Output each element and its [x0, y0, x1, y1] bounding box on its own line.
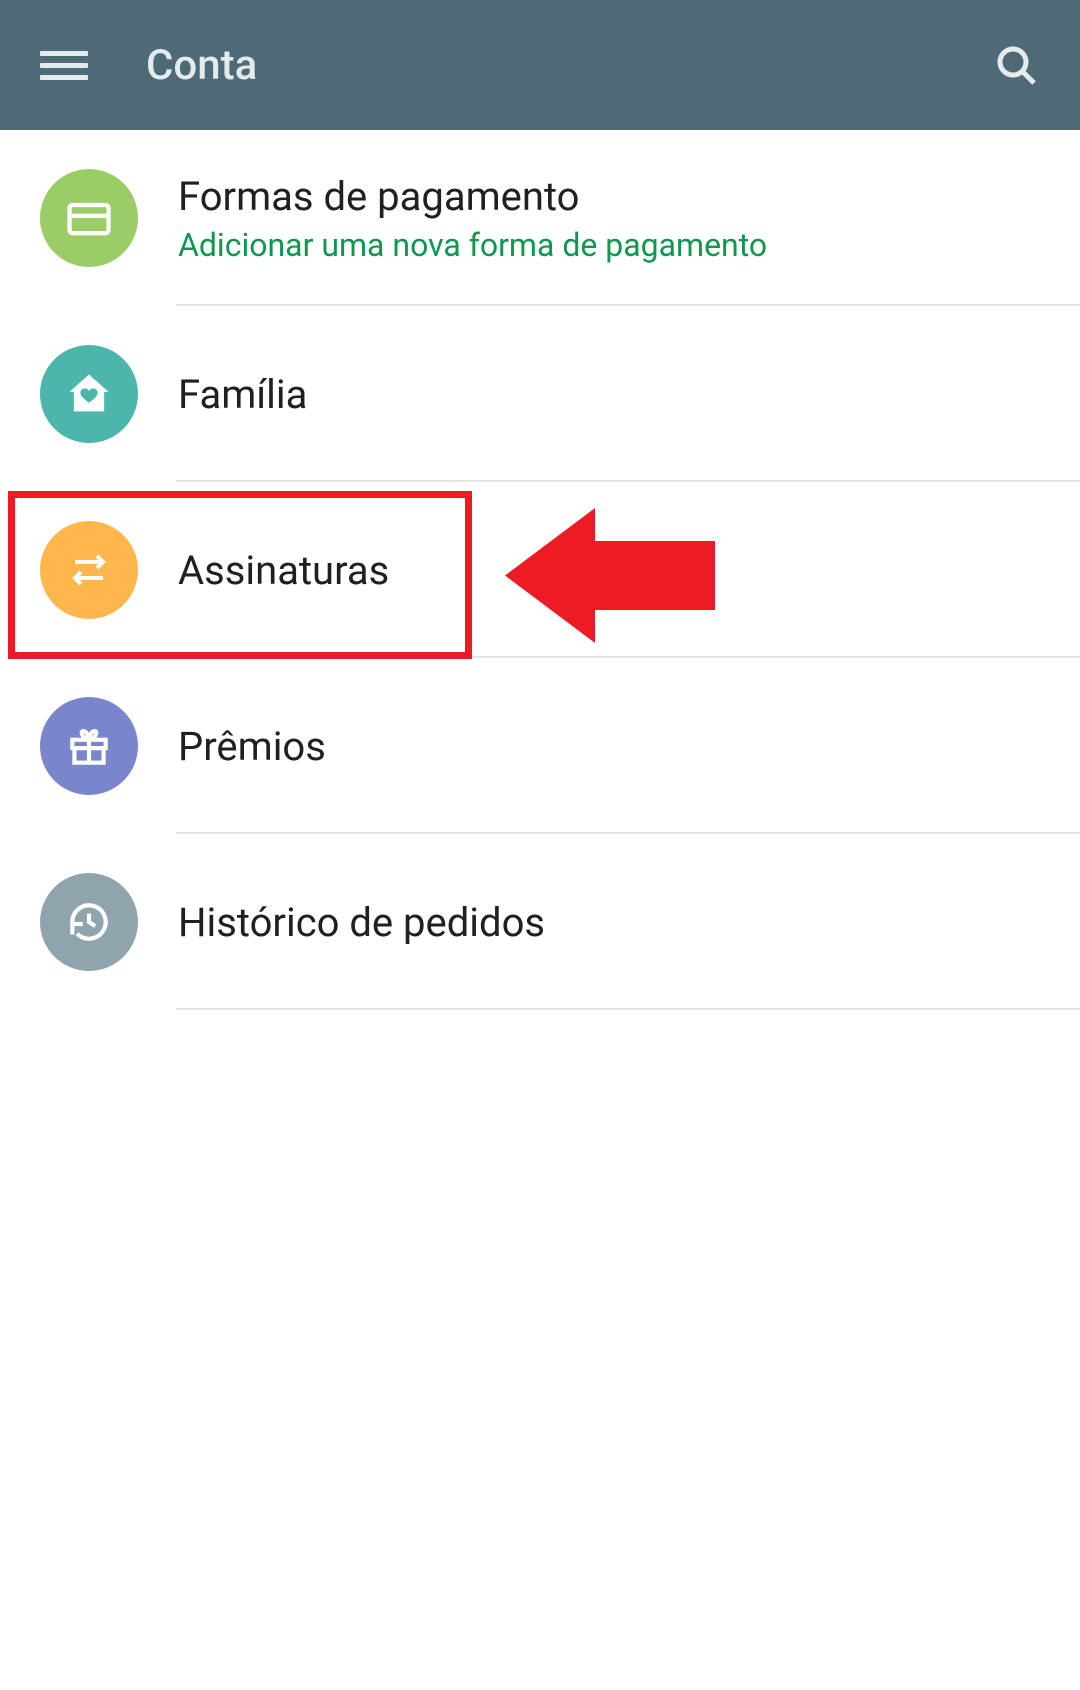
list-item-order-history[interactable]: Histórico de pedidos [0, 834, 1080, 1010]
list-item-payment-methods[interactable]: Formas de pagamento Adicionar uma nova f… [0, 130, 1080, 306]
subscriptions-loop-icon [40, 521, 138, 619]
list-item-family[interactable]: Família [0, 306, 1080, 482]
list-item-label: Assinaturas [178, 547, 1040, 594]
list-item-sublabel: Adicionar uma nova forma de pagamento [178, 226, 1040, 264]
list-item-label: Histórico de pedidos [178, 899, 1040, 946]
gift-icon [40, 697, 138, 795]
payment-card-icon [40, 169, 138, 267]
family-home-icon [40, 345, 138, 443]
page-title: Conta [146, 41, 992, 90]
list-item-label: Família [178, 371, 1040, 418]
hamburger-menu-icon[interactable] [40, 41, 88, 89]
list-item-subscriptions[interactable]: Assinaturas [0, 482, 1080, 658]
list-item-label: Formas de pagamento [178, 173, 1040, 220]
account-menu-list: Formas de pagamento Adicionar uma nova f… [0, 130, 1080, 1010]
list-item-label: Prêmios [178, 723, 1040, 770]
list-item-rewards[interactable]: Prêmios [0, 658, 1080, 834]
app-header: Conta [0, 0, 1080, 130]
divider [176, 1008, 1080, 1010]
search-icon[interactable] [992, 41, 1040, 89]
history-icon [40, 873, 138, 971]
